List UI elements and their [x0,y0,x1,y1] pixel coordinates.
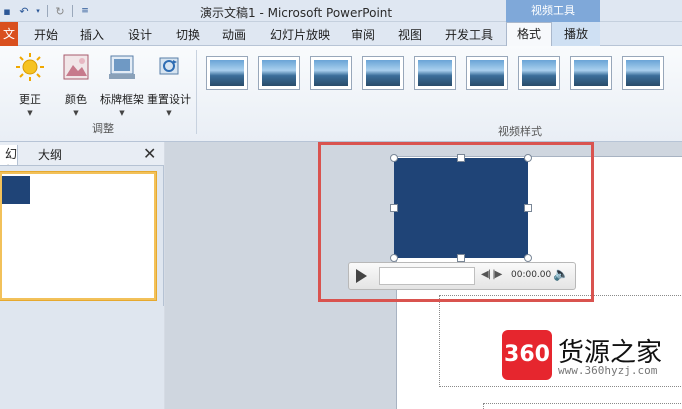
tab-home[interactable]: 开始 [34,26,58,43]
resize-handle[interactable] [457,254,465,262]
tab-developer[interactable]: 开发工具 [445,26,493,43]
video-style-thumbnail[interactable] [310,56,352,90]
video-thumbnail-preview [2,176,30,204]
color-button[interactable]: 颜色 ▼ [54,52,98,118]
video-style-thumbnail[interactable] [518,56,560,90]
poster-frame-button[interactable]: 标牌框架 ▼ [96,52,148,118]
video-style-thumbnail[interactable] [466,56,508,90]
close-icon[interactable]: ✕ [143,144,156,163]
volume-icon[interactable]: 🔈 [553,267,569,282]
undo-icon[interactable]: ↶ [17,4,31,18]
tab-slides[interactable]: 幻灯片 [0,145,18,165]
chevron-down-icon: ▼ [119,109,125,117]
quick-access-toolbar: ▪ ↶ ▾ ↻ ≡ [0,3,92,19]
tab-design[interactable]: 设计 [128,26,152,43]
video-style-thumbnail[interactable] [570,56,612,90]
video-styles-group-label: 视频样式 [498,125,542,138]
video-object[interactable] [394,158,528,258]
poster-frame-label: 标牌框架 [100,93,144,106]
video-style-thumbnail[interactable] [258,56,300,90]
chevron-down-icon: ▼ [166,109,172,117]
tab-review[interactable]: 审阅 [351,26,375,43]
chevron-down-icon: ▼ [27,109,33,117]
watermark: 360 货源之家 www.360hyzj.com [502,330,682,380]
corrections-button[interactable]: 更正 ▼ [8,52,52,118]
tab-transitions[interactable]: 切换 [176,26,200,43]
video-styles-gallery [200,56,682,102]
video-style-thumbnail[interactable] [622,56,664,90]
tab-animations[interactable]: 动画 [222,26,246,43]
tab-playback[interactable]: 播放 [552,22,600,46]
reset-design-button[interactable]: 重置设计 ▼ [144,52,194,118]
subtitle-placeholder[interactable] [483,403,682,409]
resize-handle[interactable] [390,154,398,162]
tab-format[interactable]: 格式 [506,22,552,46]
chevron-down-icon: ▼ [73,109,79,117]
video-style-thumbnail[interactable] [362,56,404,90]
tab-outline[interactable]: 大纲 [38,146,62,163]
redo-icon[interactable]: ↻ [53,4,67,18]
pane-tabs: 幻灯片 大纲 ✕ [0,142,164,166]
slide-thumbnail[interactable] [0,172,156,300]
resize-handle[interactable] [524,204,532,212]
customize-icon[interactable]: ≡ [78,4,92,18]
tab-insert[interactable]: 插入 [80,26,104,43]
tab-view[interactable]: 视图 [398,26,422,43]
qat-separator [47,5,48,17]
color-icon [63,54,89,80]
video-tools-context-header: 视频工具 [506,0,600,22]
resize-handle[interactable] [524,154,532,162]
resize-handle[interactable] [457,154,465,162]
tab-file[interactable]: 文件 [0,22,18,46]
poster-frame-icon [109,55,135,79]
skip-back-forward-icon[interactable]: ◀| |▶ [481,269,502,280]
resize-handle[interactable] [390,254,398,262]
adjust-group-label: 调整 [92,122,114,135]
qat-separator [72,5,73,17]
reset-design-label: 重置设计 [147,93,191,106]
adjust-group: 更正 ▼ 颜色 ▼ 标牌框架 ▼ 重置设计 ▼ 调整 [8,50,194,138]
undo-dropdown-icon[interactable]: ▾ [34,4,42,18]
resize-handle[interactable] [390,204,398,212]
title-bar: ▪ ↶ ▾ ↻ ≡ 演示文稿1 - Microsoft PowerPoint 视… [0,0,682,22]
tab-slideshow[interactable]: 幻灯片放映 [270,26,330,43]
play-icon[interactable] [356,269,367,283]
watermark-logo: 360 [502,330,552,380]
resize-handle[interactable] [524,254,532,262]
color-label: 颜色 [65,93,87,106]
seek-bar[interactable] [379,267,475,285]
reset-design-icon [159,57,179,75]
media-controls: ◀| |▶ 00:00.00 🔈 [348,262,576,290]
sun-icon [16,53,44,81]
window-title: 演示文稿1 - Microsoft PowerPoint [200,6,393,20]
watermark-url: www.360hyzj.com [558,364,658,377]
ribbon-tab-row: 文件 开始 插入 设计 切换 动画 幻灯片放映 审阅 视图 开发工具 格式 播放 [0,22,682,46]
ribbon: 更正 ▼ 颜色 ▼ 标牌框架 ▼ 重置设计 ▼ 调整 视频样式 [0,46,682,142]
pane-empty-area [0,306,164,409]
time-display: 00:00.00 [511,270,552,280]
video-style-thumbnail[interactable] [414,56,456,90]
group-divider [196,50,197,134]
video-style-thumbnail[interactable] [206,56,248,90]
save-icon[interactable]: ▪ [0,4,14,18]
slides-pane: 幻灯片 大纲 ✕ [0,142,164,409]
corrections-label: 更正 [19,93,41,106]
